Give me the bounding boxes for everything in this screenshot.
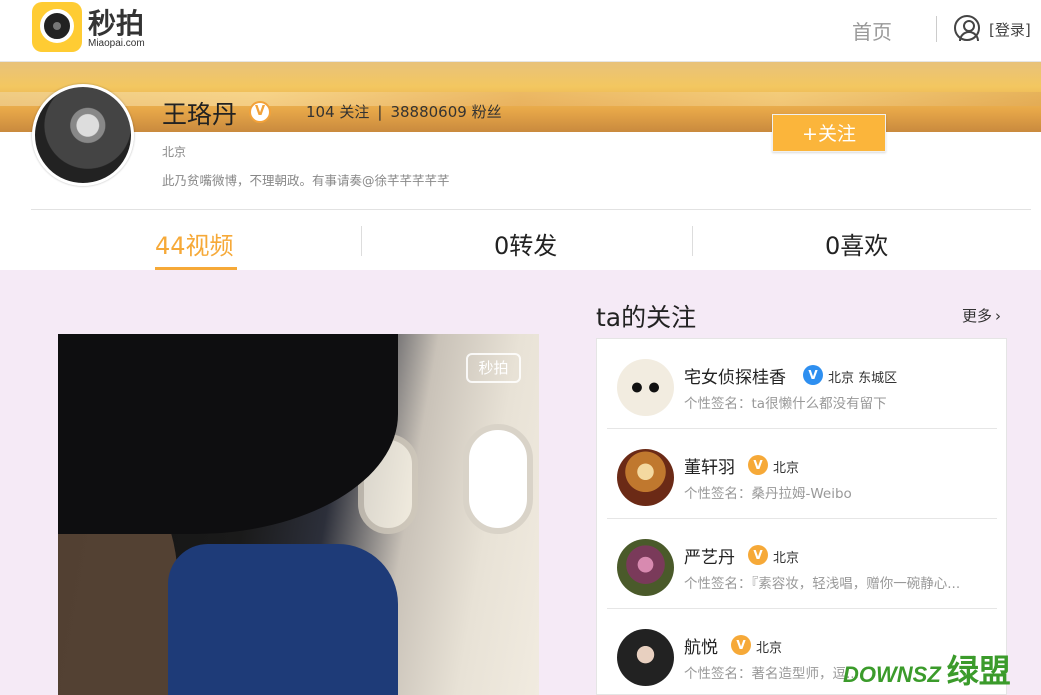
verified-badge-icon: V <box>748 455 768 475</box>
profile-name: 王珞丹 <box>162 100 238 129</box>
tab-videos[interactable]: 44视频 <box>155 226 234 261</box>
following-signature: 个性签名：ta很懒什么都没有留下 <box>684 396 887 412</box>
following-count[interactable]: 104 关注 <box>306 103 369 121</box>
video-thumbnail[interactable] <box>58 334 539 695</box>
profile-stats: 104 关注 | 38880609 粉丝 <box>306 101 502 122</box>
following-avatar[interactable] <box>617 359 674 416</box>
following-signature: 个性签名：著名造型师，逗... <box>684 666 859 682</box>
following-panel-title: ta的关注 <box>596 303 697 332</box>
nav-divider <box>936 16 937 42</box>
following-avatar[interactable] <box>617 449 674 506</box>
user-icon[interactable] <box>954 15 980 41</box>
following-avatar[interactable] <box>617 539 674 596</box>
stats-separator: | <box>377 103 383 121</box>
tab-reposts[interactable]: 0转发 <box>494 226 557 261</box>
following-location: 北京 东城区 <box>828 371 898 386</box>
profile-location: 北京 <box>162 145 187 159</box>
miaopai-logo-icon[interactable] <box>32 2 82 52</box>
verified-badge-icon: V <box>249 101 271 123</box>
following-name[interactable]: 严艺丹 <box>684 543 735 568</box>
fans-count[interactable]: 38880609 粉丝 <box>390 103 501 121</box>
verified-badge-icon: V <box>731 635 751 655</box>
verified-badge-icon: V <box>803 365 823 385</box>
top-navbar: 秒拍 Miaopai.com 首页 [登录] <box>0 0 1041 62</box>
following-name[interactable]: 航悦 <box>684 633 718 658</box>
verified-badge-icon: V <box>748 545 768 565</box>
following-item[interactable]: 宅女侦探桂香 V 北京 东城区 个性签名：ta很懒什么都没有留下 <box>607 339 997 429</box>
tab-separator <box>361 226 362 256</box>
following-name[interactable]: 董轩羽 <box>684 453 735 478</box>
tab-likes[interactable]: 0喜欢 <box>825 226 888 261</box>
following-item[interactable]: 董轩羽 V 北京 个性签名：桑丹拉姆-Weibo <box>607 429 997 519</box>
following-item[interactable]: 严艺丹 V 北京 个性签名：『素容妆，轻浅唱，赠你一碗静心... <box>607 519 997 609</box>
site-watermark-big: 绿盟 <box>946 653 1011 689</box>
following-signature: 个性签名：『素容妆，轻浅唱，赠你一碗静心... <box>684 576 961 592</box>
logo-text[interactable]: 秒拍 <box>88 2 144 42</box>
login-link[interactable]: [登录] <box>989 19 1031 40</box>
profile-avatar <box>32 84 134 186</box>
follow-button[interactable]: +关注 <box>772 114 886 152</box>
more-link[interactable]: 更多 › <box>962 305 1001 326</box>
following-location: 北京 <box>773 551 800 566</box>
tab-separator <box>692 226 693 256</box>
more-link-label: 更多 <box>962 307 993 325</box>
following-location: 北京 <box>773 461 800 476</box>
nav-home-link[interactable]: 首页 <box>852 16 892 45</box>
following-avatar[interactable] <box>617 629 674 686</box>
video-watermark: 秒拍 <box>466 353 521 383</box>
profile-bio: 此乃贫嘴微博，不理朝政。有事请奏@徐芊芊芊芊芊 <box>162 173 450 188</box>
site-watermark-text: DOWNSZ <box>843 662 941 687</box>
chevron-right-icon: › <box>995 307 1002 325</box>
following-signature: 个性签名：桑丹拉姆-Weibo <box>684 486 852 502</box>
site-watermark: DOWNSZ 绿盟 <box>843 646 1011 692</box>
profile-divider <box>31 209 1031 210</box>
logo-subtext: Miaopai.com <box>88 38 145 49</box>
following-list: 宅女侦探桂香 V 北京 东城区 个性签名：ta很懒什么都没有留下 董轩羽 V 北… <box>596 338 1007 695</box>
following-location: 北京 <box>756 641 783 656</box>
following-name[interactable]: 宅女侦探桂香 <box>684 363 786 388</box>
